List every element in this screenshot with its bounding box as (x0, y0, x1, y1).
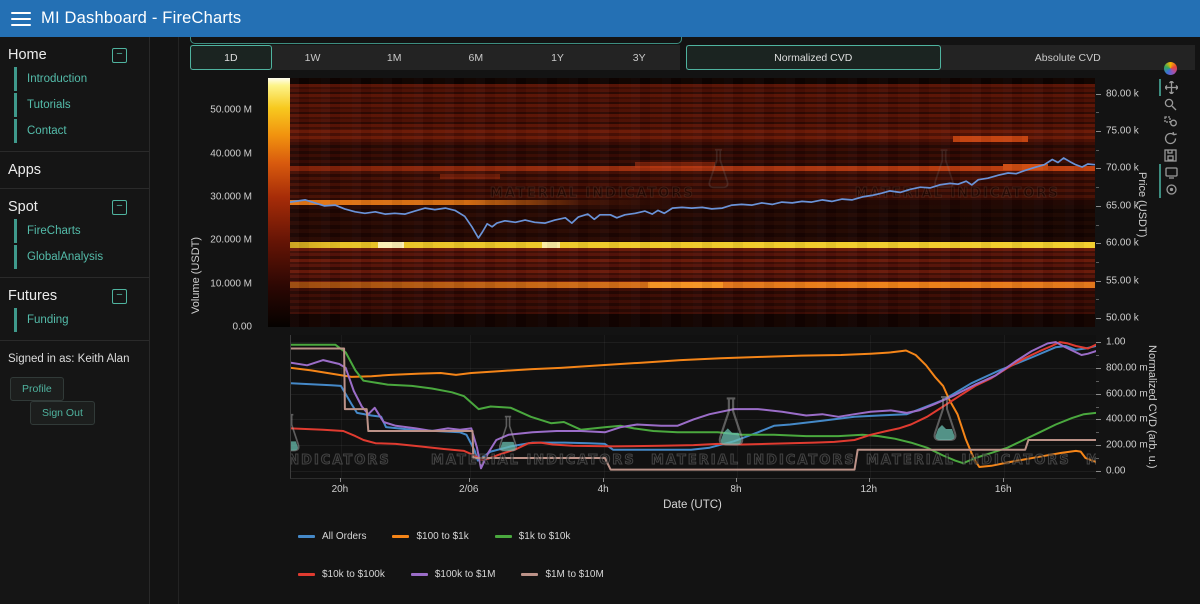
colorbar-tick-labels: 50.000 M 40.000 M 30.000 M 20.000 M 10.000 M… (168, 78, 262, 327)
colorbar-tick: 0.00 (233, 322, 252, 333)
legend-swatch (392, 535, 409, 538)
range-button-6m[interactable]: 6M (435, 45, 517, 70)
sidebar-item-introduction[interactable]: Introduction (14, 67, 141, 91)
x-tick: 2/06 (459, 484, 478, 495)
cvd-axis-title: Normalized CVD (arb. u.) (1146, 335, 1158, 478)
time-range-group: 1D 1W 1M 6M 1Y 3Y (190, 45, 680, 70)
range-button-1d[interactable]: 1D (190, 45, 272, 70)
legend-item[interactable]: $10k to $100k (298, 569, 385, 580)
sidebar-item-funding[interactable]: Funding (14, 308, 141, 332)
save-icon[interactable] (1160, 147, 1180, 164)
legend-swatch (298, 573, 315, 576)
price-axis-title: Price (USDT) (1136, 125, 1148, 285)
x-tick: 16h (995, 484, 1012, 495)
colorbar-tick: 50.000 M (210, 105, 252, 116)
legend-item[interactable]: $1k to $10k (495, 531, 571, 542)
volume-colorbar (268, 78, 290, 327)
legend-swatch (521, 573, 538, 576)
legend-item[interactable]: $100 to $1k (392, 531, 468, 542)
normalized-cvd-button[interactable]: Normalized CVD (686, 45, 941, 70)
legend-label: $10k to $100k (322, 569, 385, 580)
x-tick: 20h (332, 484, 349, 495)
cvd-line-chart[interactable]: MATERIAL INDICATORS MATERIAL INDICATORS … (290, 335, 1096, 479)
cvd-tick: 800.00 m (1106, 362, 1148, 373)
section-title-apps: Apps (8, 162, 41, 178)
sidebar-section-spot: Spot − FireCharts GlobalAnalysis (0, 188, 149, 277)
cvd-axis: 1.00 800.00 m 600.00 m 400.00 m 200.00 m 0.00 (1096, 335, 1176, 478)
price-tick: 65.00 k (1106, 200, 1139, 211)
price-line-chart (290, 78, 1095, 327)
x-axis: 20h 2/06 4h 8h 12h 16h (290, 478, 1095, 500)
x-tick: 4h (598, 484, 609, 495)
cvd-tick: 400.00 m (1106, 414, 1148, 425)
legend-label: $100k to $1M (435, 569, 496, 580)
box-select-icon[interactable] (1160, 113, 1180, 130)
range-button-1y[interactable]: 1Y (517, 45, 599, 70)
cvd-tick: 200.00 m (1106, 440, 1148, 451)
tab-strip-edge (190, 37, 682, 44)
section-title-home: Home (8, 47, 47, 63)
price-tick: 80.00 k (1106, 88, 1139, 99)
collapse-icon[interactable]: − (112, 48, 127, 63)
plotly-logo-icon[interactable] (1164, 62, 1177, 75)
legend-label: $100 to $1k (416, 531, 468, 542)
sidebar-item-tutorials[interactable]: Tutorials (14, 93, 141, 117)
signin-area: Signed in as: Keith Alan Profile Sign Ou… (0, 340, 149, 437)
sidebar-item-globalanalysis[interactable]: GlobalAnalysis (14, 245, 141, 269)
collapse-icon[interactable]: − (112, 200, 127, 215)
sidebar: Home − Introduction Tutorials Contact Ap… (0, 37, 150, 604)
colorbar-tick: 30.000 M (210, 192, 252, 203)
price-tick: 75.00 k (1106, 126, 1139, 137)
legend-swatch (411, 573, 428, 576)
spikelines-icon[interactable] (1159, 181, 1181, 198)
sidebar-item-contact[interactable]: Contact (14, 119, 141, 143)
legend-item[interactable]: $100k to $1M (411, 569, 496, 580)
legend-label: $1k to $10k (519, 531, 571, 542)
range-button-1m[interactable]: 1M (353, 45, 435, 70)
price-tick: 60.00 k (1106, 238, 1139, 249)
zoom-icon[interactable] (1160, 96, 1180, 113)
legend-item[interactable]: All Orders (298, 531, 366, 542)
price-tick: 70.00 k (1106, 163, 1139, 174)
section-title-futures: Futures (8, 288, 57, 304)
app-title: MI Dashboard - FireCharts (41, 9, 241, 28)
cvd-tick: 0.00 (1106, 465, 1125, 476)
price-tick: 50.00 k (1106, 313, 1139, 324)
sidebar-item-firecharts[interactable]: FireCharts (14, 219, 141, 243)
app-header: MI Dashboard - FireCharts (0, 0, 1200, 37)
cvd-mode-group: Normalized CVD Absolute CVD (686, 45, 1195, 70)
snapshot-icon[interactable] (1159, 164, 1181, 181)
menu-icon[interactable] (11, 12, 31, 26)
collapse-icon[interactable]: − (112, 289, 127, 304)
sidebar-section-home: Home − Introduction Tutorials Contact (0, 37, 149, 151)
cvd-tick: 1.00 (1106, 337, 1125, 348)
autoscale-icon[interactable] (1160, 130, 1180, 147)
signed-in-text: Signed in as: Keith Alan (8, 353, 141, 365)
legend-label: $1M to $10M (545, 569, 603, 580)
legend-swatch (298, 535, 315, 538)
price-tick: 55.00 k (1106, 275, 1139, 286)
section-title-spot: Spot (8, 199, 38, 215)
legend-item[interactable]: $1M to $10M (521, 569, 603, 580)
chart-legend: $10k to $100k $100k to $1M $1M to $10M (298, 569, 630, 580)
range-button-1w[interactable]: 1W (272, 45, 354, 70)
chart-legend: All Orders $100 to $1k $1k to $10k (298, 531, 596, 542)
x-tick: 8h (730, 484, 741, 495)
profile-button[interactable]: Profile (10, 377, 64, 401)
x-axis-title: Date (UTC) (290, 499, 1095, 511)
colorbar-tick: 10.000 M (210, 278, 252, 289)
chart-modebar (1157, 62, 1183, 198)
colorbar-tick: 20.000 M (210, 235, 252, 246)
sign-out-button[interactable]: Sign Out (30, 401, 95, 425)
cvd-tick: 600.00 m (1106, 388, 1148, 399)
sidebar-section-futures: Futures − Funding (0, 277, 149, 340)
colorbar-tick: 40.000 M (210, 148, 252, 159)
legend-swatch (495, 535, 512, 538)
range-button-3y[interactable]: 3Y (598, 45, 680, 70)
x-tick: 12h (860, 484, 877, 495)
pan-icon[interactable] (1159, 79, 1181, 96)
legend-label: All Orders (322, 531, 366, 542)
sidebar-section-apps: Apps (0, 151, 149, 188)
